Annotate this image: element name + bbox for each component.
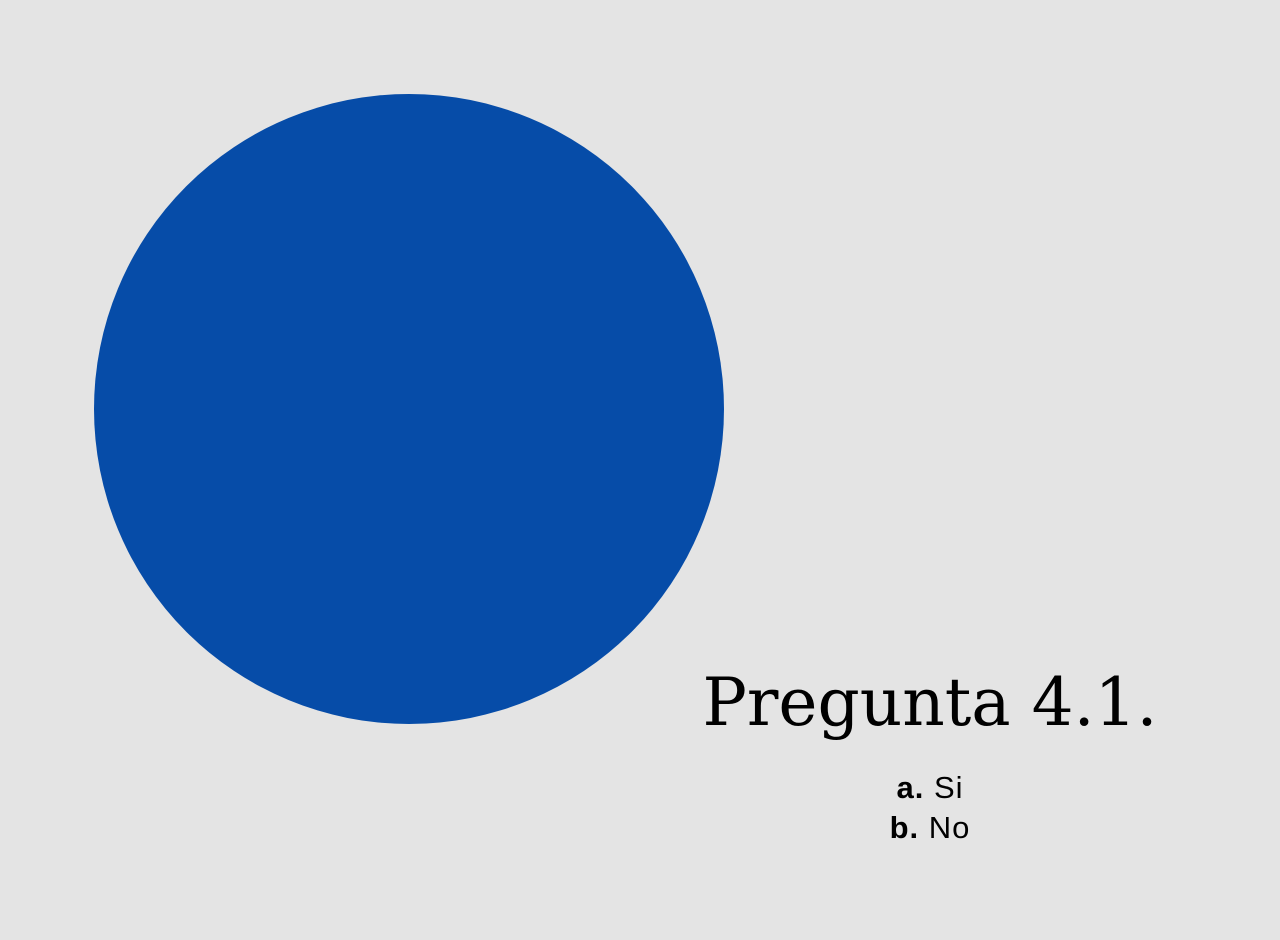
legend: a. Si b. No — [780, 768, 1080, 848]
legend-label: Si — [933, 770, 964, 805]
pie-slice-si — [94, 94, 724, 724]
legend-item-no: b. No — [780, 808, 1080, 848]
pie-chart — [94, 94, 724, 724]
legend-item-si: a. Si — [780, 768, 1080, 808]
legend-key: b. — [889, 810, 920, 845]
chart-title: Pregunta 4.1. — [702, 664, 1158, 741]
legend-label: No — [928, 810, 971, 845]
legend-key: a. — [896, 770, 925, 805]
